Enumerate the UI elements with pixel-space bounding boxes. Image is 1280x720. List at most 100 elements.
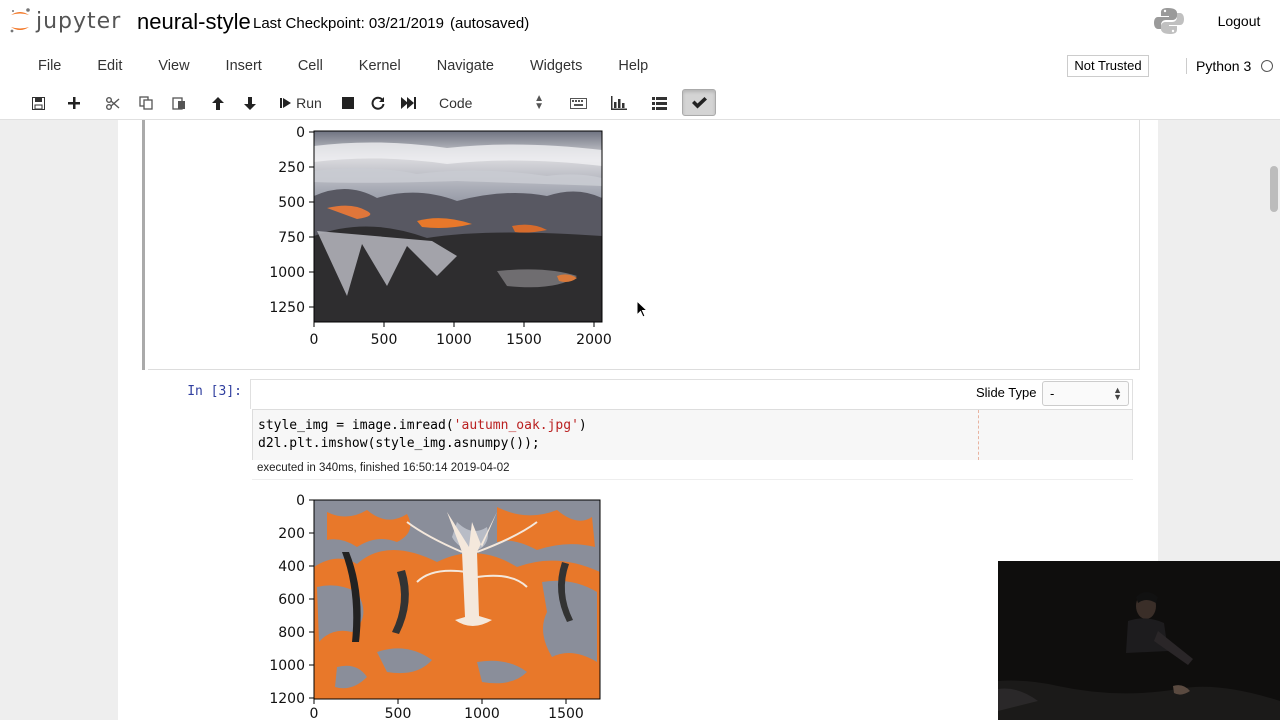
- autosave-status: (autosaved): [450, 15, 530, 32]
- y-tick-label: 200: [278, 526, 305, 542]
- jupyter-logo-text: jupyter: [36, 8, 122, 34]
- fast-forward-icon: [400, 97, 416, 109]
- list-button[interactable]: [647, 90, 671, 116]
- paste-icon: [172, 97, 185, 110]
- y-ticks-1: 0 250 500 750 1000 1250: [269, 126, 314, 316]
- not-trusted-button[interactable]: Not Trusted: [1067, 55, 1149, 77]
- menu-cell[interactable]: Cell: [280, 56, 341, 78]
- chart-button[interactable]: [607, 90, 631, 116]
- keyboard-icon: [569, 97, 587, 109]
- y-tick-label: 400: [278, 559, 305, 575]
- cut-button[interactable]: [101, 90, 125, 116]
- menu-help[interactable]: Help: [600, 56, 666, 78]
- kernel-name: Python 3: [1186, 58, 1251, 74]
- x-tick-label: 0: [310, 332, 319, 348]
- webcam-video-overlay: [998, 561, 1280, 720]
- header: jupyter neural-style Last Checkpoint: 03…: [0, 0, 1280, 120]
- output-collapse-bar[interactable]: [142, 120, 145, 370]
- code-token: style_img = image.imread(: [258, 418, 454, 433]
- x-tick-label: 500: [371, 332, 398, 348]
- y-tick-label: 1200: [269, 691, 305, 707]
- x-ticks-2: 0 500 1000 1500: [310, 699, 584, 720]
- restart-button[interactable]: [366, 90, 390, 116]
- x-tick-label: 1000: [436, 332, 472, 348]
- code-line-2: d2l.plt.imshow(style_img.asnumpy());: [258, 436, 540, 451]
- copy-icon: [139, 96, 153, 110]
- jupyter-logo[interactable]: jupyter: [8, 6, 121, 36]
- logout-button[interactable]: Logout: [1208, 13, 1270, 33]
- slide-type-label: Slide Type: [976, 385, 1037, 400]
- menu-kernel[interactable]: Kernel: [341, 56, 419, 78]
- execution-time: executed in 340ms, finished 16:50:14 201…: [252, 460, 1133, 480]
- cell-3-prompt: In [3]:: [187, 384, 242, 399]
- menu-insert[interactable]: Insert: [208, 56, 280, 78]
- stop-icon: [342, 97, 354, 109]
- arrow-up-icon: [212, 96, 224, 110]
- checkmark-icon: [691, 96, 707, 108]
- x-tick-label: 1500: [506, 332, 542, 348]
- save-icon: [31, 96, 45, 110]
- cell-type-select[interactable]: Code ▲ ▼: [433, 92, 548, 114]
- slide-type-value: -: [1050, 386, 1055, 401]
- y-tick-label: 0: [296, 126, 305, 141]
- select-caret-icon: ▲ ▼: [1113, 385, 1122, 402]
- plus-icon: [68, 97, 80, 109]
- y-tick-label: 1250: [269, 300, 305, 316]
- menu-edit[interactable]: Edit: [79, 56, 140, 78]
- checkpoint-status: Last Checkpoint: 03/21/2019: [253, 15, 444, 32]
- x-tick-label: 0: [310, 706, 319, 720]
- y-tick-label: 1000: [269, 265, 305, 281]
- notebook-name[interactable]: neural-style: [137, 9, 251, 35]
- interrupt-button[interactable]: [336, 90, 360, 116]
- line-length-ruler: [978, 410, 979, 460]
- list-icon: [651, 96, 667, 110]
- y-tick-label: 800: [278, 625, 305, 641]
- move-down-button[interactable]: [238, 90, 262, 116]
- code-string: 'autumn_oak.jpg': [453, 418, 579, 433]
- python-logo-icon: [1152, 6, 1186, 36]
- y-tick-label: 500: [278, 195, 305, 211]
- x-ticks-1: 0 500 1000 1500 2000: [310, 322, 612, 348]
- restart-icon: [371, 96, 385, 110]
- menubar: File Edit View Insert Cell Kernel Naviga…: [20, 56, 666, 78]
- x-tick-label: 500: [385, 706, 412, 720]
- copy-button[interactable]: [134, 90, 158, 116]
- save-button[interactable]: [26, 90, 50, 116]
- cell-3-code-editor[interactable]: style_img = image.imread('autumn_oak.jpg…: [252, 409, 1133, 461]
- jupyter-logo-icon: [8, 6, 32, 36]
- style-image-plot: 0 200 400 600 800 1000 1200 0 500 1000 1…: [257, 492, 627, 720]
- slide-type-select[interactable]: - ▲ ▼: [1042, 381, 1129, 406]
- y-ticks-2: 0 200 400 600 800 1000 1200: [269, 493, 314, 707]
- command-palette-button[interactable]: [566, 90, 590, 116]
- y-tick-label: 1000: [269, 658, 305, 674]
- menu-file[interactable]: File: [20, 56, 79, 78]
- mouse-cursor-icon: [636, 300, 648, 318]
- restart-run-all-button[interactable]: [396, 90, 420, 116]
- x-tick-label: 1000: [464, 706, 500, 720]
- x-tick-label: 2000: [576, 332, 612, 348]
- code-line-1: style_img = image.imread('autumn_oak.jpg…: [258, 418, 587, 433]
- validate-button[interactable]: [682, 89, 716, 116]
- run-icon: [280, 98, 292, 108]
- menu-navigate[interactable]: Navigate: [419, 56, 512, 78]
- x-tick-label: 1500: [548, 706, 584, 720]
- y-tick-label: 600: [278, 592, 305, 608]
- arrow-down-icon: [244, 96, 256, 110]
- run-label: Run: [296, 95, 322, 111]
- content-image: [313, 130, 603, 323]
- style-image: [313, 499, 601, 700]
- cell-type-value: Code: [439, 95, 473, 111]
- move-up-button[interactable]: [206, 90, 230, 116]
- content-image-plot: 0 250 500 750 1000 1250 0 500 1000 1500 …: [257, 126, 627, 356]
- menu-view[interactable]: View: [140, 56, 207, 78]
- cut-icon: [106, 96, 120, 110]
- menu-widgets[interactable]: Widgets: [512, 56, 600, 78]
- y-tick-label: 0: [296, 493, 305, 509]
- run-button[interactable]: Run: [276, 90, 326, 116]
- bar-chart-icon: [611, 96, 627, 110]
- kernel-idle-icon: [1261, 60, 1273, 72]
- insert-cell-button[interactable]: [62, 90, 86, 116]
- page-scrollbar[interactable]: [1270, 166, 1278, 212]
- paste-button[interactable]: [167, 90, 191, 116]
- y-tick-label: 750: [278, 230, 305, 246]
